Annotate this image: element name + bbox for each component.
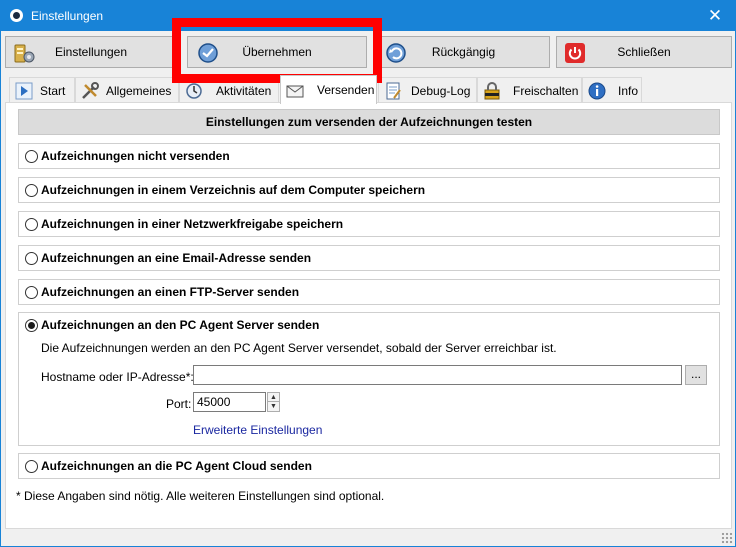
- option-no-send-label: Aufzeichnungen nicht versenden: [41, 149, 230, 163]
- settings-button-label: Einstellungen: [54, 45, 128, 59]
- info-icon: [588, 82, 606, 100]
- tab-activities-label: Aktivitäten: [216, 84, 272, 98]
- window-close-button[interactable]: ✕: [695, 1, 735, 31]
- option-pc-agent-server-label: Aufzeichnungen an den PC Agent Server se…: [41, 318, 320, 332]
- mail-icon: [286, 85, 304, 98]
- close-button-label: Schließen: [617, 45, 671, 59]
- host-label: Hostname oder IP-Adresse*:: [41, 370, 194, 384]
- option-local-folder-label: Aufzeichnungen in einem Verzeichnis auf …: [41, 183, 426, 197]
- port-down-arrow-icon[interactable]: ▼: [268, 402, 279, 411]
- tab-unlock[interactable]: Freischalten: [477, 77, 582, 103]
- send-settings-panel: Einstellungen zum versenden der Aufzeich…: [5, 102, 732, 529]
- option-ftp-label: Aufzeichnungen an einen FTP-Server sende…: [41, 285, 300, 299]
- window-title: Einstellungen: [31, 9, 104, 23]
- required-fields-note: * Diese Angaben sind nötig. Alle weitere…: [16, 489, 385, 503]
- undo-button-label: Rückgängig: [431, 45, 496, 59]
- notepad-icon: [386, 82, 401, 100]
- tools-icon: [82, 82, 99, 99]
- test-settings-button[interactable]: Einstellungen zum versenden der Aufzeich…: [18, 109, 720, 135]
- radio-pc-agent-server[interactable]: [25, 319, 38, 332]
- server-description: Die Aufzeichnungen werden an den PC Agen…: [41, 341, 557, 355]
- clock-icon: [186, 83, 202, 99]
- tab-send-label: Versenden: [317, 83, 375, 97]
- radio-ftp[interactable]: [25, 286, 38, 299]
- advanced-settings-link[interactable]: Erweiterte Einstellungen: [193, 423, 322, 437]
- port-spinner[interactable]: ▲ ▼: [267, 392, 280, 412]
- radio-network-share[interactable]: [25, 218, 38, 231]
- option-email-label: Aufzeichnungen an eine Email-Adresse sen…: [41, 251, 312, 265]
- option-network-share[interactable]: Aufzeichnungen in einer Netzwerkfreigabe…: [18, 211, 720, 237]
- tab-start-label: Start: [40, 84, 66, 98]
- undo-button[interactable]: Rückgängig: [377, 36, 550, 68]
- settings-button[interactable]: Einstellungen: [5, 36, 177, 68]
- tab-info[interactable]: Info: [582, 77, 642, 103]
- tab-general[interactable]: Allgemeines: [75, 77, 179, 103]
- lock-icon: [484, 82, 500, 100]
- radio-pc-agent-cloud[interactable]: [25, 460, 38, 473]
- option-ftp[interactable]: Aufzeichnungen an einen FTP-Server sende…: [18, 279, 720, 305]
- option-pc-agent-cloud-label: Aufzeichnungen an die PC Agent Cloud sen…: [41, 459, 312, 473]
- host-browse-button[interactable]: ...: [685, 365, 707, 385]
- option-network-share-label: Aufzeichnungen in einer Netzwerkfreigabe…: [41, 217, 344, 231]
- close-button[interactable]: Schließen: [556, 36, 732, 68]
- tab-send[interactable]: Versenden: [280, 75, 377, 104]
- port-up-arrow-icon[interactable]: ▲: [268, 393, 279, 402]
- play-icon: [15, 82, 33, 100]
- app-eye-icon: [10, 9, 23, 22]
- port-input[interactable]: [193, 392, 266, 412]
- tab-general-label: Allgemeines: [106, 84, 172, 98]
- radio-local-folder[interactable]: [25, 184, 38, 197]
- tab-info-label: Info: [618, 84, 639, 98]
- host-input[interactable]: [193, 365, 682, 385]
- tab-strip: Start Allgemeines Aktivitäten Versenden: [5, 75, 733, 104]
- settings-window: Einstellungen ✕ Einstellungen Übernehmen…: [0, 0, 736, 547]
- tab-debug-log-label: Debug-Log: [411, 84, 471, 98]
- highlight-box: [172, 18, 382, 83]
- option-pc-agent-cloud[interactable]: Aufzeichnungen an die PC Agent Cloud sen…: [18, 453, 720, 479]
- option-local-folder[interactable]: Aufzeichnungen in einem Verzeichnis auf …: [18, 177, 720, 203]
- tab-unlock-label: Freischalten: [513, 84, 579, 98]
- option-no-send[interactable]: Aufzeichnungen nicht versenden: [18, 143, 720, 169]
- tab-start[interactable]: Start: [9, 77, 75, 103]
- resize-grip-icon[interactable]: [721, 532, 733, 544]
- option-email[interactable]: Aufzeichnungen an eine Email-Adresse sen…: [18, 245, 720, 271]
- tab-debug-log[interactable]: Debug-Log: [378, 77, 477, 103]
- radio-no-send[interactable]: [25, 150, 38, 163]
- status-bar: [1, 530, 735, 546]
- option-pc-agent-server[interactable]: Aufzeichnungen an den PC Agent Server se…: [18, 312, 720, 446]
- radio-email[interactable]: [25, 252, 38, 265]
- port-label: Port:: [166, 397, 192, 411]
